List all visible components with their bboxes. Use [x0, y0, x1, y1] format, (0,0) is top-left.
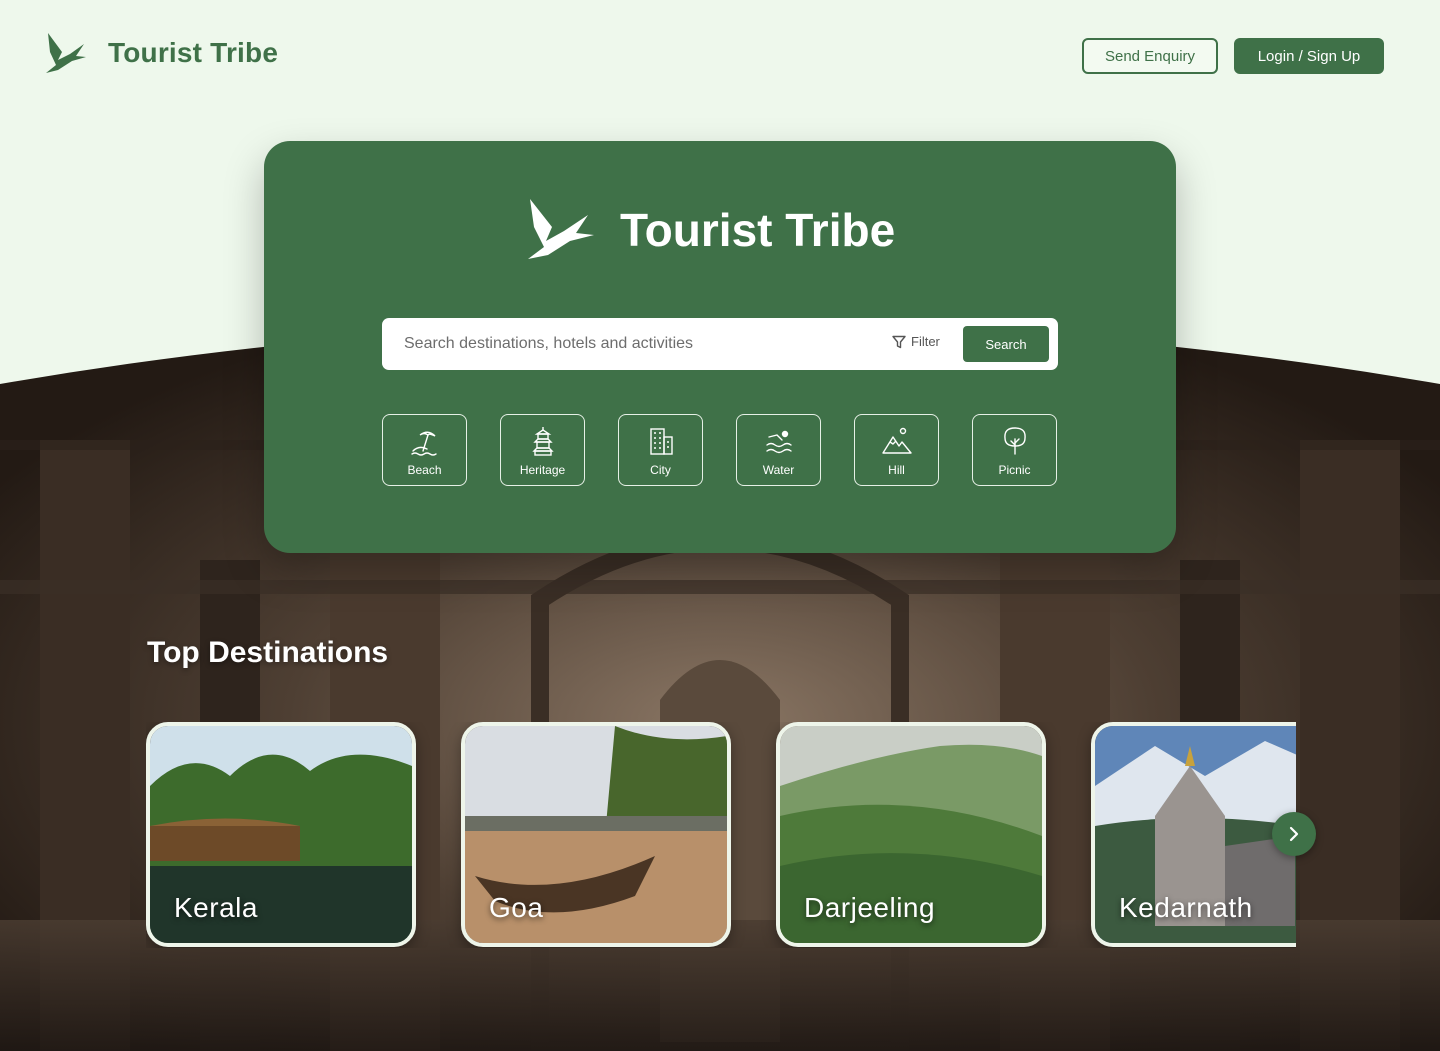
beach-icon	[411, 431, 437, 456]
destination-card-kerala[interactable]: Kerala	[146, 722, 416, 947]
destination-label: Goa	[489, 892, 544, 923]
category-water[interactable]: Water	[736, 414, 821, 486]
bird-logo-icon	[528, 199, 594, 259]
hero-title: Tourist Tribe	[620, 204, 896, 256]
filter-label: Filter	[911, 334, 940, 349]
brand-logo[interactable]: Tourist Tribe	[44, 30, 278, 76]
carousel-next-button[interactable]	[1272, 812, 1316, 856]
category-picnic[interactable]: Picnic	[972, 414, 1057, 486]
city-icon	[650, 428, 673, 455]
category-heritage[interactable]: Heritage	[500, 414, 585, 486]
category-hill[interactable]: Hill	[854, 414, 939, 486]
destination-carousel: Kerala Goa Darjeeling Kedarnath	[146, 722, 1296, 948]
heritage-icon	[532, 427, 554, 456]
filter-button[interactable]: Filter	[892, 334, 940, 349]
category-label: Hill	[888, 463, 905, 477]
hill-icon	[882, 427, 912, 454]
send-enquiry-button[interactable]: Send Enquiry	[1082, 38, 1218, 74]
login-signup-button[interactable]: Login / Sign Up	[1234, 38, 1384, 74]
destination-label: Kedarnath	[1119, 892, 1253, 923]
category-label: Heritage	[519, 463, 566, 477]
bird-logo-icon	[46, 33, 86, 73]
destination-card-kedarnath[interactable]: Kedarnath	[1091, 722, 1296, 947]
category-city[interactable]: City	[618, 414, 703, 486]
search-button[interactable]: Search	[963, 326, 1049, 362]
category-list: Beach Heritage City Water Hill Picnic	[382, 414, 1058, 486]
hero-logo: Tourist Tribe	[526, 197, 895, 263]
destination-label: Darjeeling	[804, 892, 936, 923]
water-icon	[766, 430, 792, 454]
search-bar: Filter Search	[382, 318, 1058, 370]
picnic-icon	[1004, 427, 1026, 455]
destination-card-goa[interactable]: Goa	[461, 722, 731, 947]
chevron-right-icon	[1289, 826, 1299, 842]
filter-icon	[892, 335, 906, 348]
category-label: Picnic	[998, 463, 1031, 477]
hero-search-card: Tourist Tribe Filter Search Beach Heri	[264, 141, 1176, 553]
top-destinations-title: Top Destinations	[147, 636, 389, 669]
category-label: Beach	[407, 463, 442, 477]
brand-name: Tourist Tribe	[108, 37, 279, 68]
header: Tourist Tribe Send Enquiry Login / Sign …	[0, 0, 1440, 110]
destination-card-darjeeling[interactable]: Darjeeling	[776, 722, 1046, 947]
category-label: Water	[762, 463, 795, 477]
category-label: City	[650, 463, 671, 477]
search-input[interactable]	[386, 322, 876, 366]
destination-label: Kerala	[174, 892, 258, 923]
category-beach[interactable]: Beach	[382, 414, 467, 486]
